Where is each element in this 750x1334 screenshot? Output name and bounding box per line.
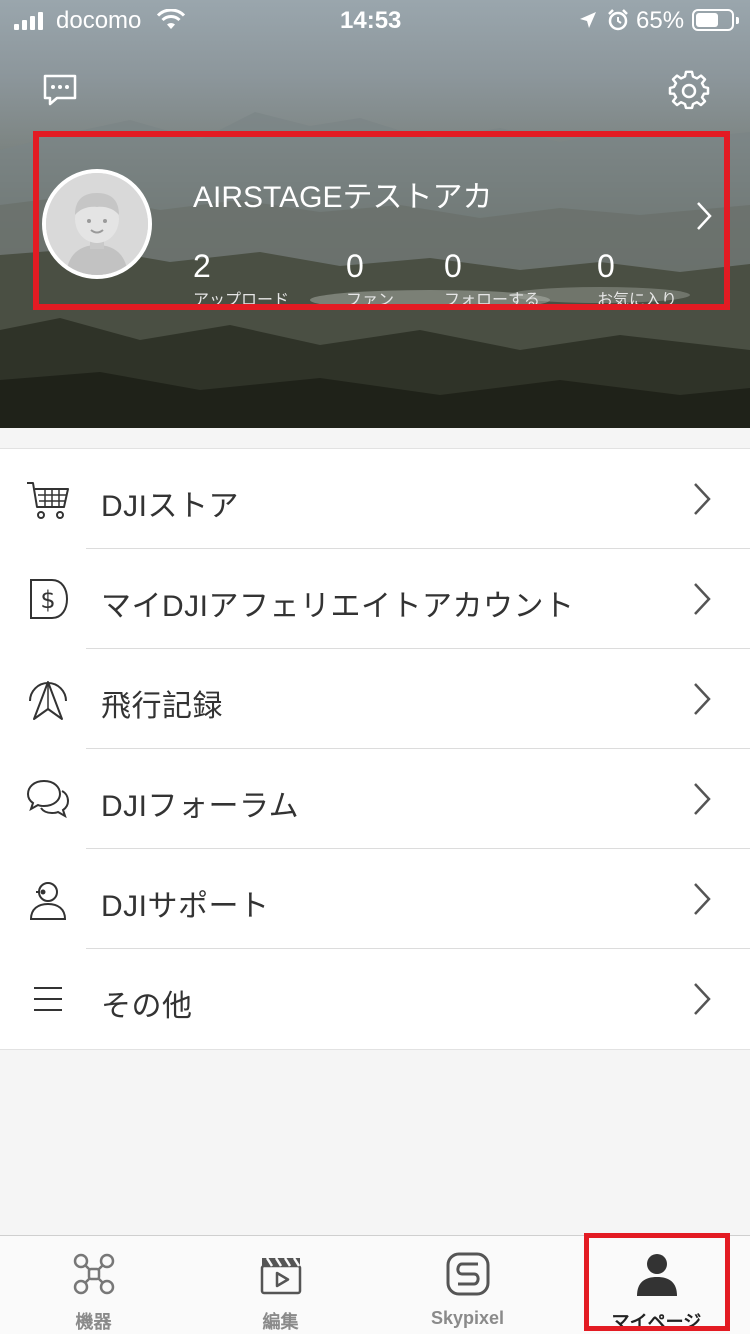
dollar-tag-icon: $ xyxy=(30,579,69,619)
location-arrow-icon xyxy=(578,9,598,37)
menu-item-other[interactable]: その他 xyxy=(0,949,750,1049)
menu-label: DJIフォーラム xyxy=(101,790,300,823)
menu-lines-icon xyxy=(34,987,62,1011)
menu-label: その他 xyxy=(101,990,193,1023)
tab-label: 機器 xyxy=(75,1312,112,1332)
chat-bubbles-icon xyxy=(26,779,70,819)
person-icon xyxy=(636,1254,677,1296)
battery-icon xyxy=(692,9,739,31)
tab-editor[interactable]: 編集 xyxy=(187,1236,374,1334)
menu-label: 飛行記録 xyxy=(101,690,223,723)
message-button[interactable] xyxy=(40,70,80,110)
chevron-right-icon xyxy=(694,783,711,815)
settings-button[interactable] xyxy=(668,70,710,112)
clapperboard-icon xyxy=(260,1257,301,1295)
chevron-right-icon xyxy=(694,683,711,715)
shopping-cart-icon xyxy=(27,482,69,519)
menu-label: DJIストア xyxy=(101,490,239,523)
menu-item-affiliate-account[interactable]: $ マイDJIアフェリエイトアカウント xyxy=(0,549,750,649)
chat-bubble-icon xyxy=(43,74,77,106)
battery-percent: 65% xyxy=(636,7,685,34)
skypixel-icon xyxy=(446,1252,489,1296)
drone-icon xyxy=(73,1253,114,1295)
menu-label: マイDJIアフェリエイトアカウント xyxy=(101,590,575,623)
chevron-right-icon xyxy=(694,983,711,1015)
tab-label: 編集 xyxy=(262,1312,299,1332)
flight-record-icon xyxy=(29,681,67,720)
chevron-right-icon xyxy=(694,483,711,515)
signal-icon xyxy=(14,12,43,30)
tab-my-page[interactable]: マイページ xyxy=(563,1236,750,1334)
chevron-right-icon xyxy=(694,583,711,615)
menu-item-dji-forum[interactable]: DJIフォーラム xyxy=(0,749,750,849)
chevron-right-icon xyxy=(694,883,711,915)
svg-text:$: $ xyxy=(40,586,55,614)
menu-item-flight-record[interactable]: 飛行記録 xyxy=(0,649,750,749)
alarm-icon xyxy=(606,8,630,39)
carrier-name: docomo xyxy=(56,7,142,34)
gear-icon xyxy=(668,70,710,110)
profile-header: docomo 14:53 65% AIRSTAGEテストアカ 2 アップロード … xyxy=(0,0,750,428)
tab-label: マイページ xyxy=(611,1312,702,1332)
status-bar: docomo 14:53 65% xyxy=(0,0,750,40)
clock-time: 14:53 xyxy=(340,7,402,34)
tab-devices[interactable]: 機器 xyxy=(0,1236,187,1334)
menu-item-dji-store[interactable]: DJIストア xyxy=(0,449,750,549)
profile-card-highlight[interactable] xyxy=(33,131,730,310)
tab-skypixel[interactable]: Skypixel xyxy=(374,1236,561,1334)
tab-label: Skypixel xyxy=(430,1308,505,1328)
menu-list: DJIストア $ マイDJIアフェリエイトアカウント 飛行記録 DJIフォーラム xyxy=(0,448,750,1050)
menu-item-dji-support[interactable]: DJIサポート xyxy=(0,849,750,949)
bottom-tab-bar: 機器 編集 Skypixel マイページ xyxy=(0,1235,750,1334)
support-headset-icon xyxy=(29,882,67,920)
wifi-icon xyxy=(156,8,186,38)
menu-label: DJIサポート xyxy=(101,890,270,923)
